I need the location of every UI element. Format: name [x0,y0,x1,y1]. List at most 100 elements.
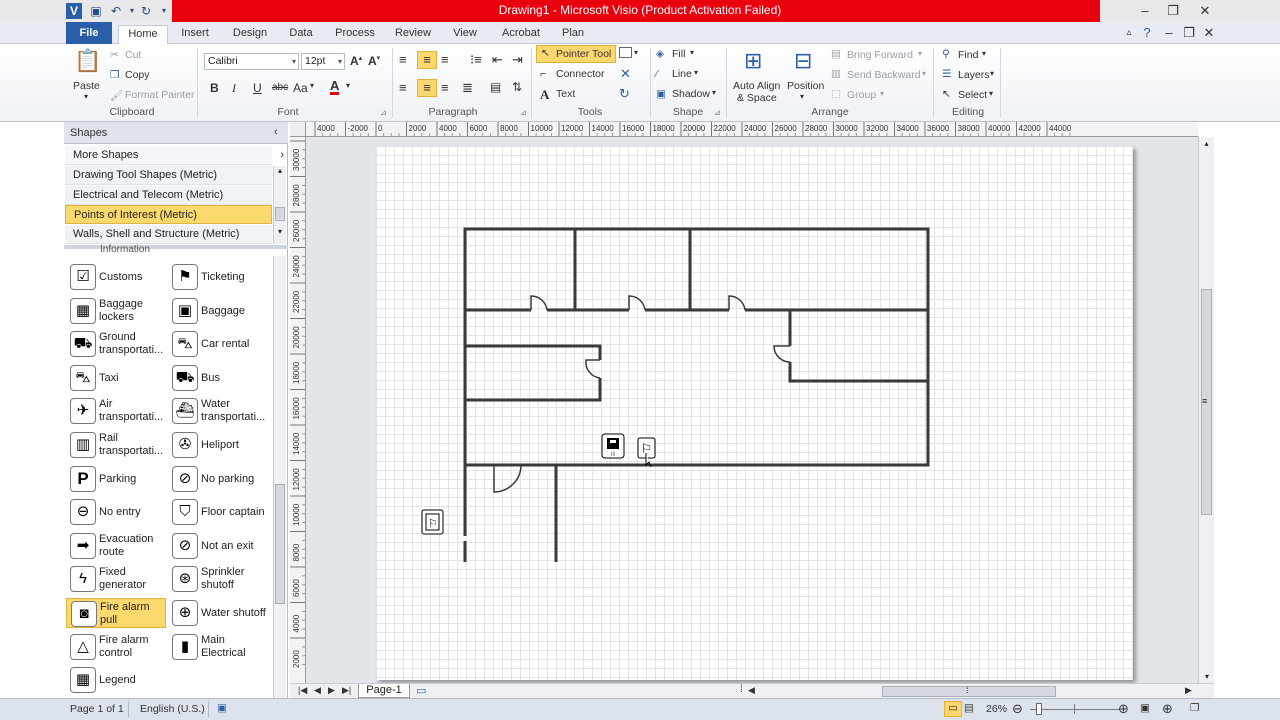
exit-sign-shape[interactable]: ⚐ [421,509,444,535]
rotate-text-icon[interactable]: ↻ [619,86,630,102]
shape-master-item[interactable]: ⛍ Car rental [168,329,268,359]
shape-master-item[interactable]: ✈ Air transportati... [66,396,166,426]
doc-minimize-icon[interactable]: – [1160,24,1178,42]
restore-icon[interactable]: ❐ [1164,2,1182,20]
scroll-thumb[interactable] [275,484,285,604]
fire-alarm-pull-shape[interactable]: ||| [601,433,625,459]
font-size-select[interactable]: 12pt ▾ [301,53,345,70]
door-arc[interactable] [585,359,601,379]
zoom-slider-track[interactable] [1030,709,1120,710]
tab-design[interactable]: Design [226,25,274,44]
chevron-down-icon[interactable]: ▾ [918,49,922,58]
shape-master-item[interactable]: ✇ Heliport [168,430,268,460]
floor-plan[interactable]: ||| ⚐ ⚐ [376,146,1133,680]
bullets-icon[interactable]: ⁝≡ [470,52,482,68]
first-page-icon[interactable]: |◀ [298,685,307,696]
stencil-walls-shell-structure[interactable]: Walls, Shell and Structure (Metric) [65,225,272,244]
grow-font-icon[interactable]: A▴ [350,54,362,68]
chevron-down-icon[interactable]: ▾ [346,81,350,90]
copy-button[interactable]: Copy [125,69,150,81]
full-screen-icon[interactable]: ▤ [964,702,974,714]
minimize-icon[interactable]: – [1136,2,1154,20]
text-direction-icon[interactable]: ⇅ [512,80,522,94]
stencil-points-of-interest[interactable]: Points of Interest (Metric) [65,205,272,224]
auto-align-button[interactable]: Auto Align [733,80,780,92]
undo-icon[interactable]: ↶ [108,3,124,19]
horizontal-scroll-thumb[interactable] [882,686,1056,697]
tab-file[interactable]: File [66,22,112,44]
shape-master-item[interactable]: ⊖ No entry [66,497,166,527]
page-tab-page-1[interactable]: Page-1 [358,684,410,698]
switch-windows-icon[interactable]: ❐ [1190,702,1199,714]
tab-data[interactable]: Data [284,25,318,44]
bold-button[interactable]: B [210,81,219,95]
wall[interactable] [788,362,928,383]
tab-insert[interactable]: Insert [174,25,216,44]
align-top-icon[interactable]: ≡ [399,52,407,67]
shape-master-item[interactable]: ▮ Main Electrical [168,632,268,662]
shape-master-item[interactable]: ▦ Baggage lockers [66,296,166,326]
dialog-launcher-icon[interactable]: ⊿ [520,108,527,117]
scroll-down-icon[interactable]: ▾ [274,227,286,236]
chevron-down-icon[interactable]: ▾ [712,88,716,97]
tab-home[interactable]: Home [118,25,168,45]
chevron-down-icon[interactable]: ▾ [800,92,804,101]
zoom-level[interactable]: 26% [986,703,1007,715]
shape-master-item[interactable]: ▣ Baggage [168,296,268,326]
shape-master-item[interactable]: ▥ Rail transportati... [66,430,166,460]
tab-view[interactable]: View [448,25,482,44]
stencil-drawing-tool-shapes[interactable]: Drawing Tool Shapes (Metric) [65,166,272,185]
line-button[interactable]: Line [672,68,692,80]
group-button[interactable]: Group [847,89,876,101]
tab-review[interactable]: Review [390,25,436,44]
dialog-launcher-icon[interactable]: ⊿ [714,108,721,117]
language-status[interactable]: English (U.S.) [140,703,205,715]
connection-point-icon[interactable]: ✕ [620,66,631,82]
zoom-slider-thumb[interactable] [1036,703,1042,715]
scroll-left-icon[interactable]: ◀ [748,685,755,696]
door-arc[interactable] [530,295,548,311]
chevron-down-icon[interactable]: ▾ [982,49,986,58]
chevron-down-icon[interactable]: ▾ [880,89,884,98]
shape-master-item[interactable]: ⊘ Not an exit [168,531,268,561]
last-page-icon[interactable]: ▶| [342,685,351,696]
shape-master-item[interactable]: ☑ Customs [66,262,166,292]
shadow-button[interactable]: Shadow [672,88,710,100]
stencil-list-scrollbar[interactable]: ▴ ▾ [273,166,286,244]
change-case-button[interactable]: Aa [293,81,308,95]
presentation-mode-icon[interactable]: ▭ [944,701,962,717]
collapse-pane-icon[interactable]: ‹ [274,126,278,138]
shape-master-item[interactable]: ⛍ Taxi [66,363,166,393]
shape-master-item[interactable]: ⊕ Water shutoff [168,598,268,628]
layers-button[interactable]: Layers [958,69,990,81]
increase-indent-icon[interactable]: ⇥ [512,52,523,68]
chevron-down-icon[interactable]: ▾ [310,81,314,90]
dialog-launcher-icon[interactable]: ⊿ [380,108,387,117]
format-painter-button[interactable]: Format Painter [125,89,194,101]
visio-app-icon[interactable]: V [66,3,82,19]
redo-icon[interactable]: ↻ [138,3,154,19]
font-color-button[interactable]: A [330,79,340,95]
cut-button[interactable]: Cut [125,49,141,61]
shape-master-item[interactable]: ▦ Legend [66,665,166,695]
shape-master-item[interactable]: ⚑ Ticketing [168,262,268,292]
previous-page-icon[interactable]: ◀ [314,685,321,696]
tab-plan[interactable]: Plan [556,25,590,44]
align-middle-icon[interactable]: ≡ [417,51,437,69]
shape-master-item[interactable]: P Parking [66,464,166,494]
door-arc[interactable] [728,295,746,311]
zoom-in-icon[interactable]: ⊕ [1118,701,1129,717]
send-backward-button[interactable]: Send Backward [847,69,921,81]
chevron-down-icon[interactable]: ▾ [690,48,694,57]
chevron-down-icon[interactable]: ▾ [694,68,698,77]
shape-master-item[interactable]: ◙ Fire alarm pull [66,598,166,628]
scroll-up-icon[interactable]: ▴ [1199,139,1214,148]
decrease-indent-icon[interactable]: ⇤ [492,52,503,68]
align-center-icon[interactable]: ≡ [417,79,437,97]
zoom-out-icon[interactable]: ⊖ [1012,701,1023,717]
fill-button[interactable]: Fill [672,48,685,60]
scroll-thumb[interactable] [275,207,285,221]
rectangle-tool-icon[interactable] [619,47,632,58]
align-left-icon[interactable]: ≡ [399,80,407,95]
chevron-down-icon[interactable]: ▾ [989,89,993,98]
